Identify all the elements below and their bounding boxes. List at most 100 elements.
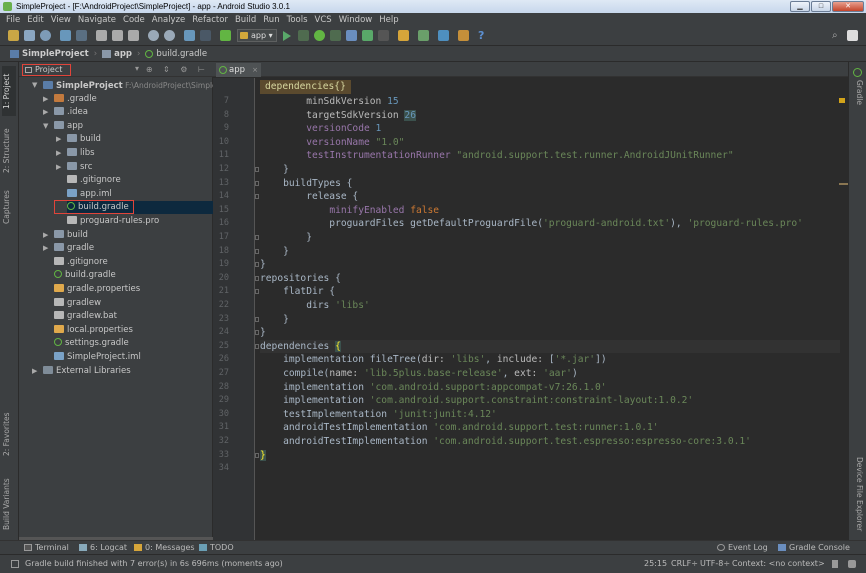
code-line[interactable]: testImplementation 'junit:junit:4.12' [260, 408, 497, 422]
tool-tab-todo[interactable]: TODO [199, 543, 234, 553]
tree-item[interactable]: ▶ build [56, 133, 213, 146]
tool-tab-messages[interactable]: 0: Messages [134, 543, 195, 553]
collapsed-arrow-icon[interactable]: ▶ [56, 161, 61, 174]
event-status-icon[interactable] [847, 30, 858, 41]
menu-tools[interactable]: Tools [287, 15, 308, 25]
project-structure-icon[interactable] [458, 30, 469, 41]
search-everywhere-icon[interactable]: ⌕ [832, 30, 843, 41]
tree-item[interactable]: .gitignore [67, 174, 213, 187]
code-line[interactable]: } [260, 163, 289, 177]
expanded-arrow-icon[interactable]: ▼ [43, 120, 48, 133]
fold-marker-icon[interactable] [255, 248, 259, 254]
tree-item[interactable]: app.iml [67, 188, 213, 201]
tool-tab-gradle-console[interactable]: Gradle Console [778, 543, 850, 553]
collapsed-arrow-icon[interactable]: ▶ [43, 106, 48, 119]
code-line[interactable]: minifyEnabled false [260, 204, 439, 218]
code-line[interactable]: targetSdkVersion 26 [260, 109, 416, 123]
code-line[interactable]: compile(name: 'lib.5plus.base-release', … [260, 367, 578, 381]
collapsed-arrow-icon[interactable]: ▶ [43, 93, 48, 106]
undo-icon[interactable] [60, 30, 71, 41]
breadcrumb-module[interactable]: app [114, 49, 132, 59]
fold-marker-icon[interactable] [255, 452, 259, 458]
debug-icon[interactable] [314, 30, 325, 41]
run-configuration-select[interactable]: app ▾ [237, 29, 277, 42]
tool-tab-terminal[interactable]: Terminal [24, 543, 69, 553]
editor-tab-app[interactable]: app × [216, 63, 261, 77]
context-indicator[interactable]: Context: <no context> [732, 555, 825, 572]
status-message[interactable]: Gradle build finished with 7 error(s) in… [25, 555, 283, 572]
code-line[interactable]: } [260, 313, 289, 327]
tree-item[interactable]: local.properties [54, 324, 213, 337]
breadcrumb-project[interactable]: SimpleProject [22, 49, 89, 59]
file-encoding[interactable]: UTF-8÷ [700, 555, 730, 572]
fold-marker-icon[interactable] [255, 167, 259, 172]
collapsed-arrow-icon[interactable]: ▶ [43, 242, 48, 255]
tool-tab-captures[interactable]: Captures [2, 185, 16, 230]
fold-marker-icon[interactable] [255, 289, 259, 295]
fold-marker-icon[interactable] [255, 330, 259, 336]
menu-help[interactable]: Help [379, 15, 398, 25]
code-line[interactable]: androidTestImplementation 'com.android.s… [260, 435, 751, 449]
code-line[interactable]: } [260, 258, 266, 272]
tree-item[interactable]: SimpleProject.iml [54, 351, 213, 364]
tool-tab-favorites[interactable]: 2: Favorites [2, 407, 16, 462]
tree-item[interactable]: ▶ src [56, 161, 213, 174]
tree-item[interactable]: ▼ app [43, 120, 213, 133]
code-line[interactable]: implementation 'com.android.support:appc… [260, 381, 606, 395]
cut-icon[interactable] [96, 30, 107, 41]
tree-item[interactable]: ▶ gradle [43, 242, 213, 255]
tree-item[interactable]: ▶ External Libraries [32, 365, 213, 378]
code-line[interactable]: versionCode 1 [260, 122, 381, 136]
fold-marker-icon[interactable] [255, 275, 259, 281]
stop-icon[interactable] [378, 30, 389, 41]
sdk-manager-icon[interactable] [438, 30, 449, 41]
collapsed-arrow-icon[interactable]: ▶ [43, 229, 48, 242]
apply-changes-icon[interactable] [298, 30, 309, 41]
fold-marker-icon[interactable] [255, 180, 259, 186]
copy-icon[interactable] [112, 30, 123, 41]
tool-tab-event-log[interactable]: Event Log [717, 543, 768, 553]
sync-gradle-icon[interactable] [398, 30, 409, 41]
tool-tab-logcat[interactable]: 6: Logcat [79, 543, 127, 553]
code-line[interactable]: dependencies { [260, 340, 341, 354]
menu-view[interactable]: View [51, 15, 71, 25]
replace-icon[interactable] [164, 30, 175, 41]
tree-item[interactable]: proguard-rules.pro [67, 215, 213, 228]
maximize-button[interactable]: □ [811, 1, 831, 12]
code-line[interactable]: implementation fileTree(dir: 'libs', inc… [260, 353, 607, 367]
fold-marker-icon[interactable] [255, 235, 259, 240]
line-number-gutter[interactable]: 7 8 9 10 11 12 13 14 15 16 17 18 19 20 21 22 23 24 25 26 27 2… [213, 78, 259, 540]
tool-tab-gradle[interactable]: Gradle [855, 80, 864, 105]
menu-vcs[interactable]: VCS [315, 15, 332, 25]
fold-marker-icon[interactable] [255, 316, 259, 322]
fold-marker-icon[interactable] [255, 194, 259, 200]
coverage-icon[interactable] [362, 30, 373, 41]
menu-navigate[interactable]: Navigate [78, 15, 116, 25]
tree-item[interactable]: settings.gradle [54, 337, 213, 350]
line-separator[interactable]: CRLF÷ [671, 555, 698, 572]
menu-code[interactable]: Code [123, 15, 145, 25]
tool-tab-project[interactable]: 1: Project [2, 66, 16, 116]
collapsed-arrow-icon[interactable]: ▶ [32, 365, 37, 378]
breadcrumb-file[interactable]: build.gradle [156, 49, 207, 59]
tree-item[interactable]: ▶ .gradle [43, 93, 213, 106]
collapsed-arrow-icon[interactable]: ▶ [56, 147, 61, 160]
save-icon[interactable] [24, 30, 35, 41]
code-line[interactable]: buildTypes { [260, 177, 352, 191]
find-icon[interactable] [148, 30, 159, 41]
code-line[interactable]: androidTestImplementation 'com.android.s… [260, 421, 658, 435]
tool-tab-device-file-explorer[interactable]: Device File Explorer [855, 457, 864, 531]
code-line[interactable]: testInstrumentationRunner "android.suppo… [260, 149, 733, 163]
avd-manager-icon[interactable] [418, 30, 429, 41]
menu-analyze[interactable]: Analyze [152, 15, 186, 25]
code-line[interactable]: versionName "1.0" [260, 136, 404, 150]
make-project-icon[interactable] [220, 30, 231, 41]
warning-marker[interactable] [839, 98, 845, 103]
profile-icon[interactable] [330, 30, 341, 41]
caret-position[interactable]: 25:15 [644, 555, 667, 572]
back-icon[interactable] [184, 30, 195, 41]
menu-run[interactable]: Run [263, 15, 279, 25]
menu-window[interactable]: Window [339, 15, 373, 25]
code-line[interactable]: } [260, 245, 289, 259]
tree-item[interactable]: build.gradle [54, 269, 213, 282]
